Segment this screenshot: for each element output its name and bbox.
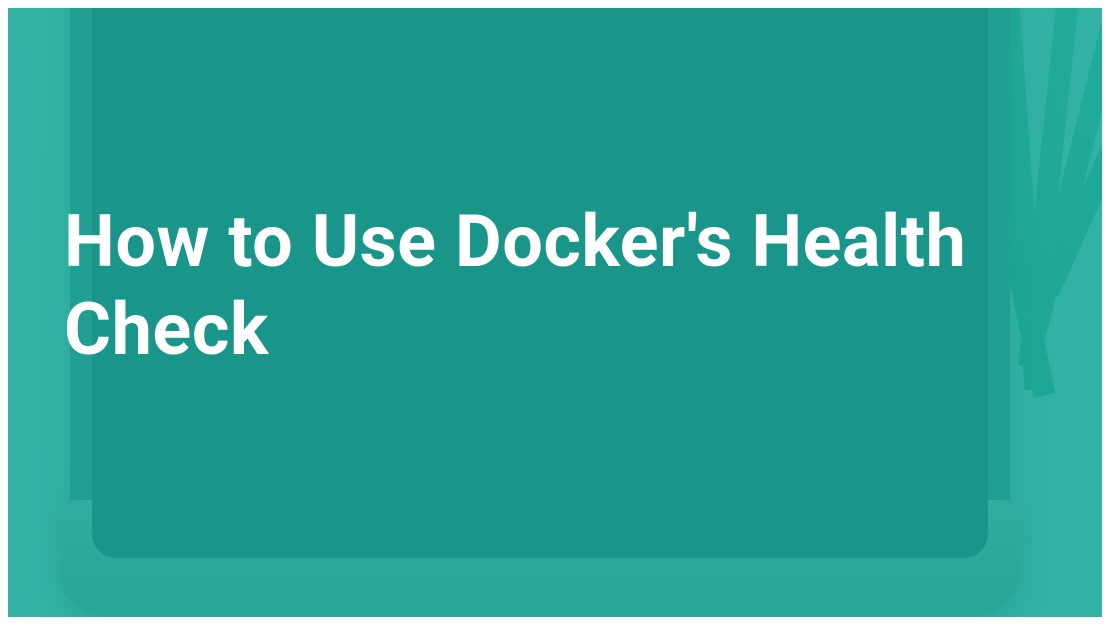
page-title: How to Use Docker's Health Check <box>64 198 1070 374</box>
